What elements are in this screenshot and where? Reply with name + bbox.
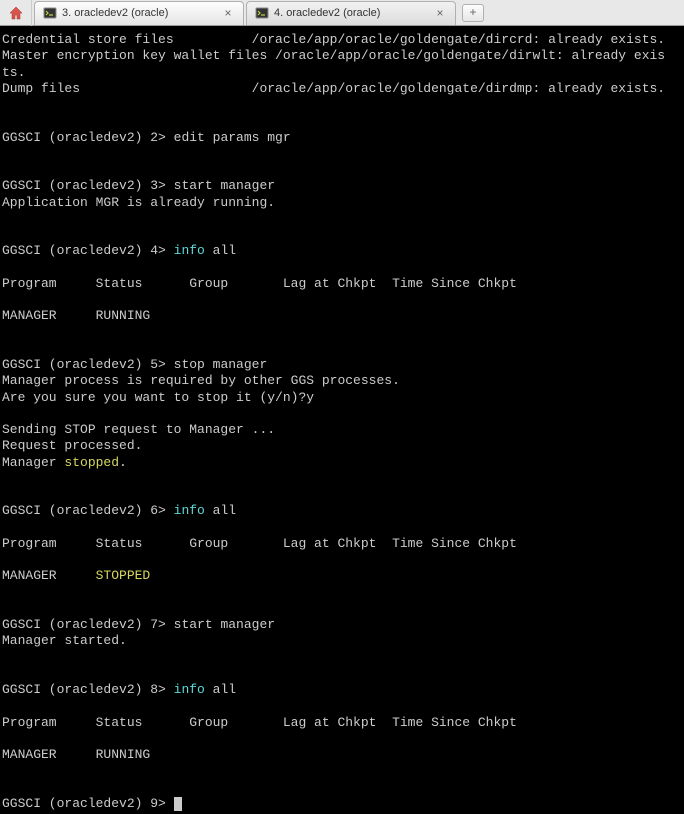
command-keyword: info: [174, 243, 213, 258]
cursor: [174, 797, 182, 811]
tab-1[interactable]: 3. oracledev2 (oracle) ×: [34, 1, 244, 25]
status-badge: STOPPED: [96, 568, 151, 583]
prompt: GGSCI (oracledev2) 2>: [2, 130, 174, 145]
tab-bar: 3. oracledev2 (oracle) × 4. oracledev2 (…: [0, 0, 684, 26]
tab-1-label: 3. oracledev2 (oracle): [62, 7, 216, 19]
prompt: GGSCI (oracledev2) 3>: [2, 178, 174, 193]
command: start manager: [174, 178, 275, 193]
command-arg: all: [213, 243, 236, 258]
command: start manager: [174, 617, 275, 632]
command-arg: all: [213, 682, 236, 697]
new-tab-button[interactable]: +: [462, 4, 484, 22]
output-line: Sending STOP request to Manager ...: [2, 422, 275, 437]
tab-2[interactable]: 4. oracledev2 (oracle) ×: [246, 1, 456, 25]
table-row: MANAGER RUNNING: [2, 308, 150, 323]
prompt: GGSCI (oracledev2) 5>: [2, 357, 174, 372]
terminal-output[interactable]: Credential store files /oracle/app/oracl…: [0, 26, 684, 814]
output-line: ts.: [2, 65, 25, 80]
table-header: Program Status Group Lag at Chkpt Time S…: [2, 276, 517, 291]
output-line: Master encryption key wallet files /orac…: [2, 48, 665, 63]
prompt: GGSCI (oracledev2) 7>: [2, 617, 174, 632]
prompt: GGSCI (oracledev2) 4>: [2, 243, 174, 258]
output-line: Request processed.: [2, 438, 142, 453]
prompt: GGSCI (oracledev2) 9>: [2, 796, 174, 811]
command-keyword: info: [174, 503, 213, 518]
output-line: Application MGR is already running.: [2, 195, 275, 210]
prompt: GGSCI (oracledev2) 6>: [2, 503, 174, 518]
output-line: Manager process is required by other GGS…: [2, 373, 400, 388]
command: edit params mgr: [174, 130, 291, 145]
terminal-icon: [43, 6, 57, 20]
table-row: MANAGER: [2, 568, 96, 583]
tab-2-close[interactable]: ×: [433, 6, 447, 20]
command-keyword: info: [174, 682, 213, 697]
output-line: .: [119, 455, 127, 470]
output-line: Are you sure you want to stop it (y/n)?y: [2, 390, 314, 405]
plus-icon: +: [469, 6, 476, 20]
output-line: Credential store files /oracle/app/oracl…: [2, 32, 665, 47]
table-row: MANAGER RUNNING: [2, 747, 150, 762]
output-line: Manager started.: [2, 633, 127, 648]
tab-1-close[interactable]: ×: [221, 6, 235, 20]
output-line: Dump files /oracle/app/oracle/goldengate…: [2, 81, 665, 96]
tab-2-label: 4. oracledev2 (oracle): [274, 7, 428, 19]
table-header: Program Status Group Lag at Chkpt Time S…: [2, 536, 517, 551]
table-header: Program Status Group Lag at Chkpt Time S…: [2, 715, 517, 730]
output-line: Manager: [2, 455, 64, 470]
status-word: stopped: [64, 455, 119, 470]
home-icon: [8, 5, 24, 21]
home-button[interactable]: [0, 0, 32, 26]
command-arg: all: [213, 503, 236, 518]
prompt: GGSCI (oracledev2) 8>: [2, 682, 174, 697]
command: stop manager: [174, 357, 268, 372]
terminal-icon: [255, 6, 269, 20]
